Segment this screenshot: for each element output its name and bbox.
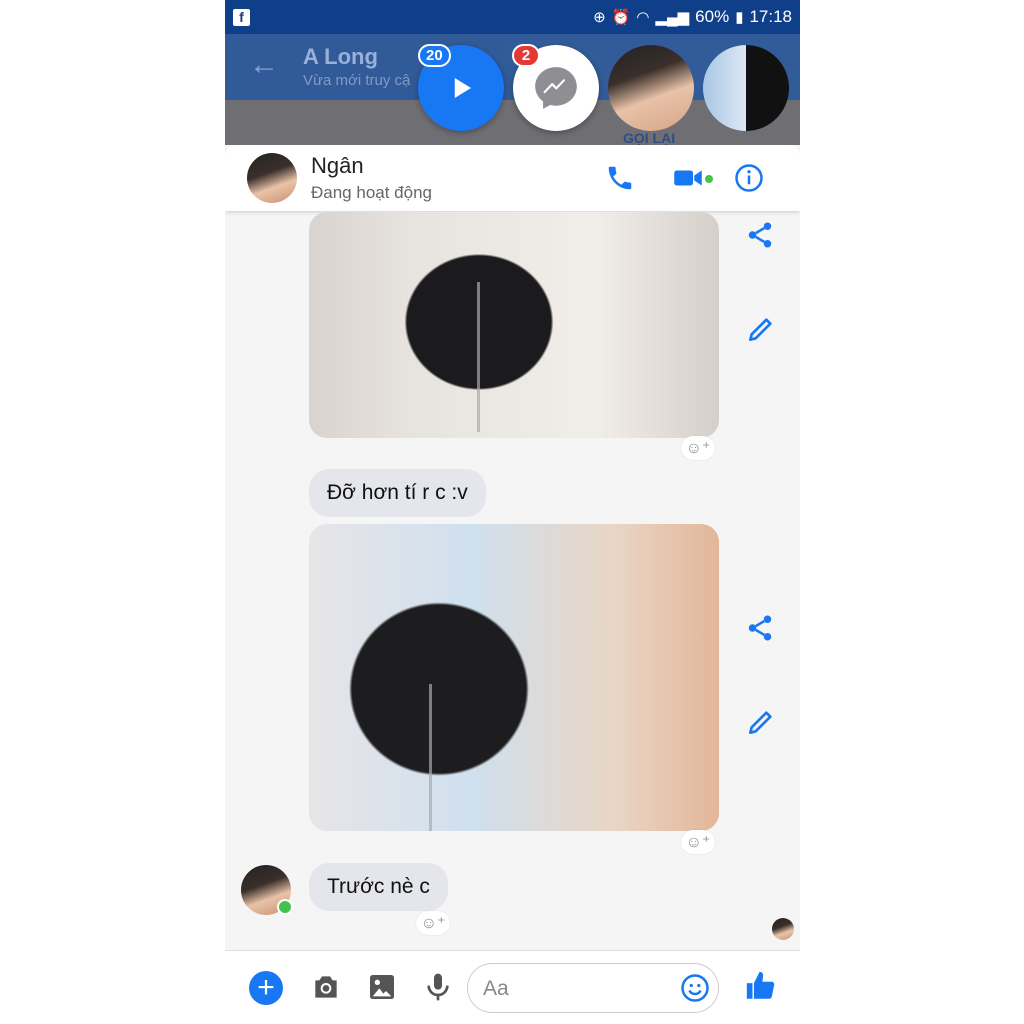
play-badge: 20	[418, 44, 451, 67]
mic-icon[interactable]	[422, 971, 454, 1003]
alarm-icon: ⏰	[611, 9, 631, 26]
data-saver-icon: ⊕	[593, 9, 606, 26]
phone-icon[interactable]	[605, 163, 635, 193]
play-icon	[454, 78, 471, 98]
call-again-label[interactable]: GỌI LẠI	[623, 130, 675, 146]
photo-detail	[429, 684, 432, 831]
photo-message[interactable]	[309, 212, 719, 438]
share-icon[interactable]	[745, 220, 775, 250]
edit-icon[interactable]	[745, 313, 777, 345]
share-icon[interactable]	[745, 613, 775, 643]
contact-avatar[interactable]	[247, 153, 297, 203]
status-bar: f ⊕ ⏰ ◠ ▂▄▆ 60% ▮ 17:18	[225, 0, 800, 34]
message-bubble[interactable]: Đỡ hơn tí r c :v	[309, 469, 486, 517]
battery-icon: ▮	[735, 9, 744, 26]
emoji-icon[interactable]	[680, 973, 710, 1003]
info-icon[interactable]	[734, 163, 764, 193]
messenger-icon	[535, 67, 577, 109]
photo-message[interactable]	[309, 524, 719, 831]
battery-percent: 60%	[695, 7, 730, 26]
composer-bar: + Aa	[225, 951, 800, 1024]
plus-icon[interactable]: +	[249, 971, 283, 1005]
facebook-notification-icon: f	[233, 8, 250, 26]
add-reaction-icon[interactable]: ☺⁺	[681, 436, 715, 460]
photo-detail	[477, 282, 480, 432]
wifi-icon: ◠	[636, 9, 650, 26]
video-active-dot	[705, 175, 713, 183]
conversation-header: Ngân Đang hoạt động	[225, 145, 800, 211]
messenger-badge: 2	[512, 44, 540, 67]
message-input[interactable]: Aa	[467, 963, 719, 1013]
messenger-screen: f ⊕ ⏰ ◠ ▂▄▆ 60% ▮ 17:18 ← A Long Vừa mới…	[225, 0, 800, 1024]
seen-avatar	[772, 918, 794, 940]
contact-chat-head-avatar[interactable]	[608, 45, 694, 131]
signal-icon: ▂▄▆	[655, 9, 690, 26]
thumbs-up-icon[interactable]	[744, 969, 778, 1003]
background-chat-subtitle: Vừa mới truy cậ	[303, 72, 411, 89]
online-indicator	[277, 899, 293, 915]
clock: 17:18	[749, 7, 792, 26]
image-icon[interactable]	[366, 971, 398, 1003]
add-reaction-icon[interactable]: ☺⁺	[416, 911, 450, 935]
video-icon[interactable]	[673, 165, 703, 191]
edit-icon[interactable]	[745, 706, 777, 738]
contact-status: Đang hoạt động	[311, 183, 432, 202]
group-chat-head-avatar[interactable]	[703, 45, 789, 131]
message-input-placeholder: Aa	[483, 977, 509, 1000]
back-arrow-icon[interactable]: ←	[249, 48, 279, 82]
contact-name: Ngân	[311, 153, 364, 178]
add-reaction-icon[interactable]: ☺⁺	[681, 830, 715, 854]
background-chat-title: A Long	[303, 44, 378, 69]
camera-icon[interactable]	[310, 971, 342, 1003]
message-bubble[interactable]: Trước nè c	[309, 863, 448, 911]
